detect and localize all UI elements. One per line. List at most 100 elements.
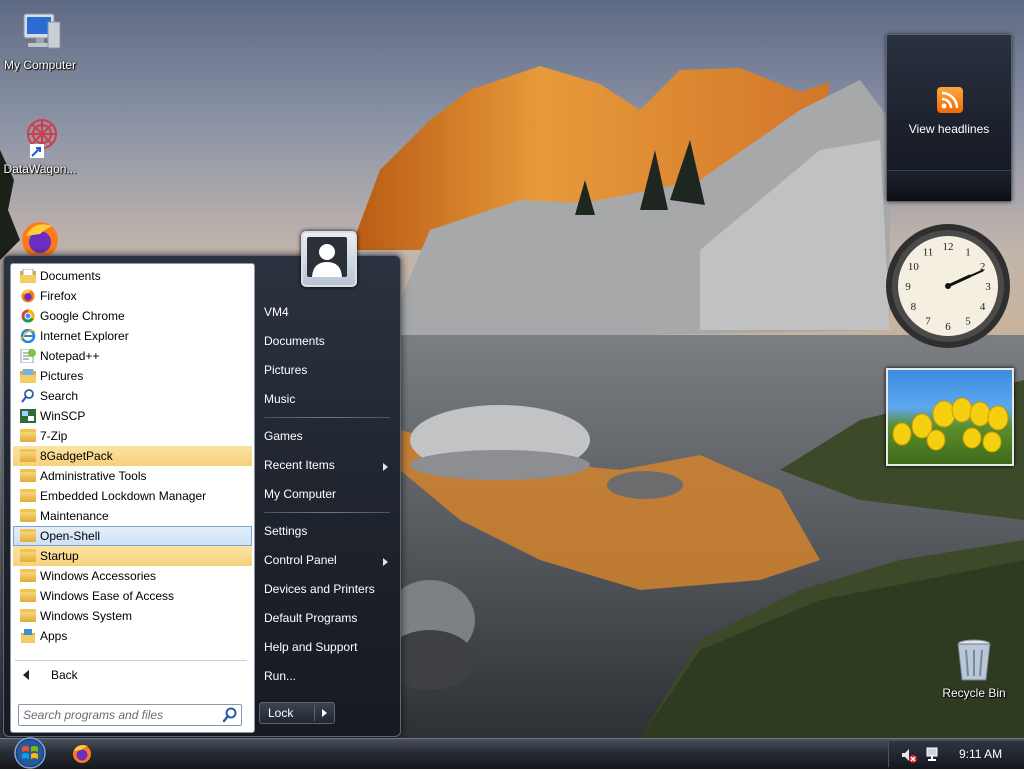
rss-feed-gadget[interactable]: View headlines — [886, 34, 1012, 202]
program-item-search[interactable]: Search — [13, 386, 252, 406]
program-item-documents[interactable]: Documents — [13, 266, 252, 286]
desktop-icon-firefox-partial[interactable] — [14, 216, 62, 258]
program-label: 7-Zip — [40, 429, 68, 443]
program-item-windows-system[interactable]: Windows System — [13, 606, 252, 626]
menu-item-music[interactable]: Music — [256, 385, 396, 414]
program-item-notepad[interactable]: Notepad++ — [13, 346, 252, 366]
desktop-icon-recycle-bin[interactable]: Recycle Bin — [934, 636, 1014, 700]
system-tray: 9:11 AM — [888, 741, 1024, 767]
menu-item-devices-and-printers[interactable]: Devices and Printers — [256, 575, 396, 604]
slideshow-gadget[interactable] — [886, 368, 1014, 466]
folder-icon — [20, 449, 36, 463]
menu-item-label: Devices and Printers — [264, 582, 375, 596]
folder-icon — [20, 429, 36, 443]
program-item-apps[interactable]: Apps — [13, 626, 252, 646]
folder-icon — [20, 569, 36, 583]
firefox-icon — [20, 289, 36, 303]
desktop-icon-label: DataWagon... — [3, 162, 77, 176]
folder-icon — [20, 509, 36, 523]
program-item-windows-ease-of-access[interactable]: Windows Ease of Access — [13, 586, 252, 606]
volume-muted-icon[interactable] — [901, 747, 917, 763]
clock-number: 12 — [943, 241, 954, 253]
menu-item-pictures[interactable]: Pictures — [256, 356, 396, 385]
search-input[interactable] — [23, 706, 213, 724]
program-label: Windows System — [40, 609, 133, 623]
menu-item-games[interactable]: Games — [256, 422, 396, 451]
menu-item-label: VM4 — [264, 305, 289, 319]
menu-item-vm4[interactable]: VM4 — [256, 298, 396, 327]
program-item-7-zip[interactable]: 7-Zip — [13, 426, 252, 446]
program-label: Apps — [40, 629, 68, 643]
menu-item-help-and-support[interactable]: Help and Support — [256, 633, 396, 662]
program-item-google-chrome[interactable]: Google Chrome — [13, 306, 252, 326]
program-label: Documents — [40, 269, 101, 283]
menu-item-label: Recent Items — [264, 458, 335, 472]
analog-clock-face: 12 1234567891011 — [886, 224, 1010, 348]
program-item-firefox[interactable]: Firefox — [13, 286, 252, 306]
menu-item-run[interactable]: Run... — [256, 662, 396, 691]
winscp-icon — [20, 409, 36, 423]
menu-item-label: Help and Support — [264, 640, 358, 654]
program-item-administrative-tools[interactable]: Administrative Tools — [13, 466, 252, 486]
program-item-embedded-lockdown-manager[interactable]: Embedded Lockdown Manager — [13, 486, 252, 506]
programs-pane: Documents Firefox Google Chrome Internet Ex… — [10, 263, 255, 733]
internet-explorer-icon — [20, 328, 36, 344]
menu-item-default-programs[interactable]: Default Programs — [256, 604, 396, 633]
program-label: Google Chrome — [40, 309, 125, 323]
program-item-8gadgetpack[interactable]: 8GadgetPack — [13, 446, 252, 466]
menu-item-recent-items[interactable]: Recent Items — [256, 451, 396, 480]
network-icon[interactable] — [925, 746, 941, 762]
computer-icon — [16, 8, 64, 56]
back-button[interactable]: Back — [11, 664, 252, 686]
menu-item-control-panel[interactable]: Control Panel — [256, 546, 396, 575]
chrome-icon — [20, 309, 36, 323]
start-button[interactable] — [8, 737, 52, 769]
folder-icon — [20, 549, 36, 563]
back-label: Back — [51, 668, 78, 682]
clock-number: 5 — [965, 316, 971, 328]
search-box[interactable] — [18, 704, 242, 726]
submenu-arrow-icon — [383, 558, 388, 566]
program-item-winscp[interactable]: WinSCP — [13, 406, 252, 426]
lock-button[interactable]: Lock — [259, 702, 335, 724]
program-label: Search — [40, 389, 79, 403]
notepad-plus-plus-icon — [20, 348, 36, 364]
program-label: Windows Accessories — [40, 569, 157, 583]
submenu-arrow-icon — [383, 463, 388, 471]
taskbar-firefox-button[interactable] — [68, 742, 96, 766]
menu-item-settings[interactable]: Settings — [256, 517, 396, 546]
menu-item-label: Default Programs — [264, 611, 358, 625]
desktop-icon-my-computer[interactable]: My Computer — [0, 8, 80, 72]
start-menu: Documents Firefox Google Chrome Internet Ex… — [3, 231, 401, 737]
desktop-icon-datawagon[interactable]: DataWagon... — [0, 112, 80, 176]
clock-number: 1 — [965, 246, 971, 258]
back-arrow-icon — [23, 670, 29, 680]
apps-icon — [20, 629, 36, 643]
program-item-internet-explorer[interactable]: Internet Explorer — [13, 326, 252, 346]
program-label: 8GadgetPack — [40, 449, 113, 463]
program-item-maintenance[interactable]: Maintenance — [13, 506, 252, 526]
clock-number: 10 — [908, 261, 920, 273]
lock-options-arrow-icon[interactable] — [322, 709, 327, 717]
program-label: Internet Explorer — [40, 329, 129, 343]
folder-icon — [20, 489, 36, 503]
places-pane: VM4 Documents Pictures Music Games Recent Ite… — [256, 298, 396, 691]
program-item-open-shell[interactable]: Open-Shell — [13, 526, 252, 546]
program-label: Administrative Tools — [40, 469, 147, 483]
search-icon[interactable] — [222, 707, 238, 723]
program-item-windows-accessories[interactable]: Windows Accessories — [13, 566, 252, 586]
menu-item-label: Run... — [264, 669, 297, 683]
menu-item-my-computer[interactable]: My Computer — [256, 480, 396, 509]
program-item-pictures[interactable]: Pictures — [13, 366, 252, 386]
datawagon-icon — [16, 112, 64, 160]
search-icon — [20, 389, 36, 403]
menu-item-label: Control Panel — [264, 553, 337, 567]
user-picture[interactable] — [301, 231, 357, 287]
program-item-startup[interactable]: Startup — [13, 546, 252, 566]
menu-item-documents[interactable]: Documents — [256, 327, 396, 356]
desktop-icon-label: My Computer — [3, 58, 77, 72]
program-label: Maintenance — [40, 509, 109, 523]
view-headlines-label[interactable]: View headlines — [887, 122, 1011, 136]
clock-time[interactable]: 9:11 AM — [959, 741, 1002, 767]
clock-gadget[interactable]: 12 1 2 3 4 5 6 7 8 9 10 11 — [884, 222, 1012, 350]
